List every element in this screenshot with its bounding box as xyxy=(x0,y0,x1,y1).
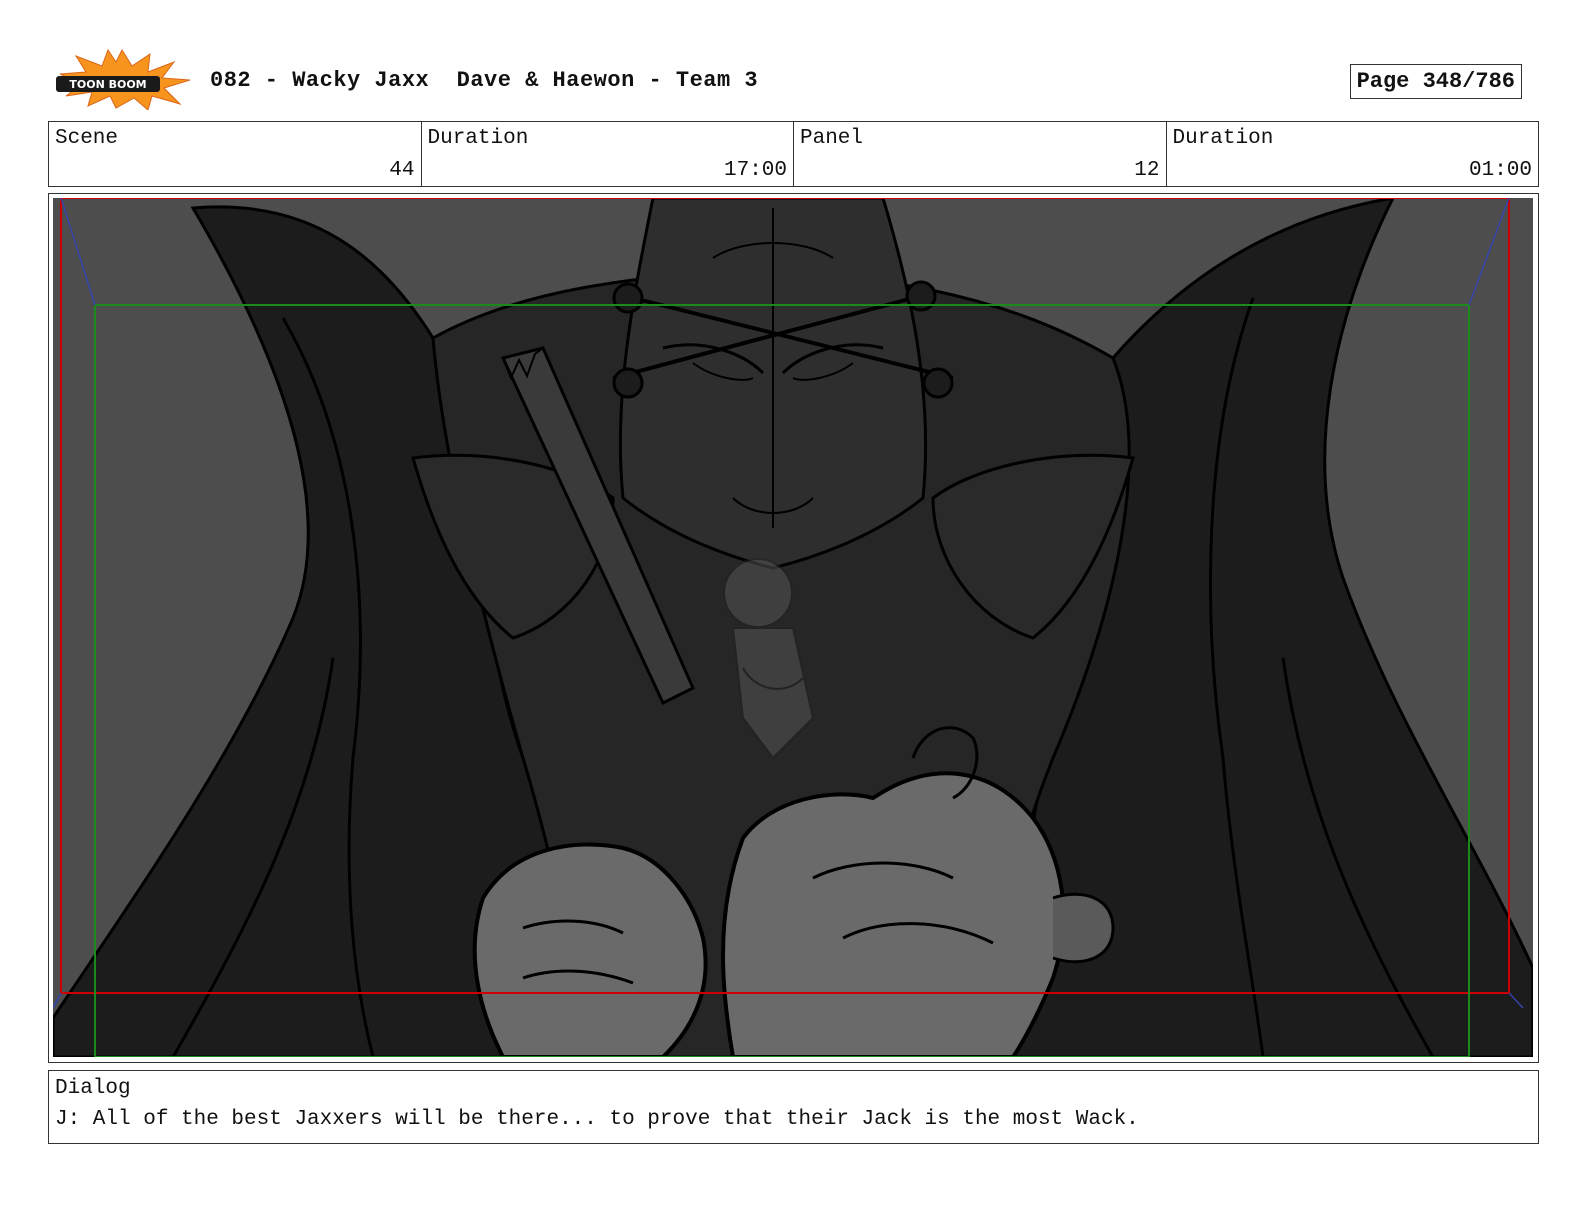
panel-cell: Panel 12 xyxy=(793,122,1166,186)
panel-duration-value: 01:00 xyxy=(1468,159,1532,182)
project-title: 082 - Wacky Jaxx Dave & Haewon - Team 3 xyxy=(210,68,759,93)
panel-value: 12 xyxy=(1134,159,1160,182)
panel-duration-cell: Duration 01:00 xyxy=(1165,122,1539,186)
dialog-label: Dialog xyxy=(55,1077,131,1100)
logo-text: TOON BOOM xyxy=(69,78,146,91)
panel-info-table: Scene 44 Duration 17:00 Panel 12 Duratio… xyxy=(48,121,1539,187)
scene-value: 44 xyxy=(389,159,415,182)
storyboard-panel xyxy=(48,193,1539,1063)
left-fist-shape xyxy=(472,842,708,1057)
panel-duration-label: Duration xyxy=(1172,127,1274,150)
scene-duration-cell: Duration 17:00 xyxy=(420,122,794,186)
panel-label: Panel xyxy=(800,127,864,150)
toonboom-logo: TOON BOOM xyxy=(52,48,192,111)
scene-cell: Scene 44 xyxy=(49,122,421,186)
right-fist-shape xyxy=(721,771,1066,1057)
scene-label: Scene xyxy=(55,127,119,150)
scene-duration-label: Duration xyxy=(427,127,529,150)
dialog-box: Dialog J: All of the best Jaxxers will b… xyxy=(48,1070,1539,1144)
page-number: Page 348/786 xyxy=(1349,64,1522,99)
scene-duration-value: 17:00 xyxy=(723,159,787,182)
dialog-text: J: All of the best Jaxxers will be there… xyxy=(55,1108,1139,1131)
panel-drawing xyxy=(53,198,1533,1057)
